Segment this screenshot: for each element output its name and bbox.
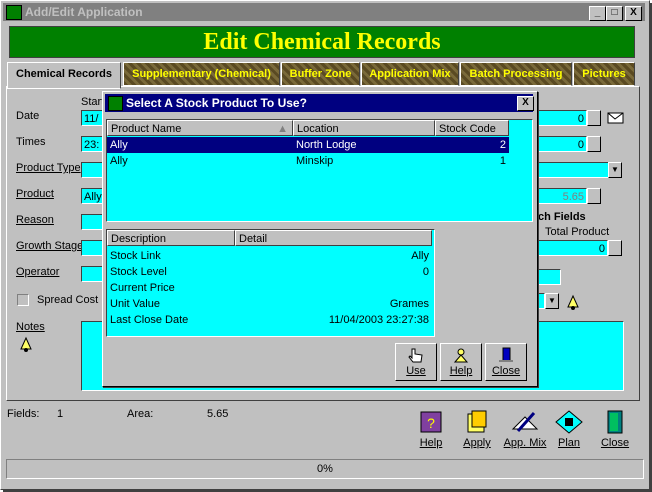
fields-value: 1 bbox=[57, 408, 64, 420]
list-item: Stock Link Ally bbox=[110, 250, 429, 262]
tab-pictures[interactable]: Pictures bbox=[573, 62, 635, 86]
progress-bar: 0% bbox=[6, 459, 644, 479]
right-field-1-button[interactable] bbox=[587, 110, 601, 126]
col-stock-code[interactable]: Stock Code bbox=[435, 120, 509, 136]
plan-button-label: Plan bbox=[557, 437, 581, 449]
dialog-close-x-button[interactable]: X bbox=[517, 96, 534, 111]
table-row[interactable]: Ally Minskip 1 bbox=[107, 153, 509, 169]
start-label: Start bbox=[81, 96, 105, 108]
tab-batch-processing[interactable]: Batch Processing bbox=[460, 62, 572, 86]
row-location: North Lodge bbox=[296, 139, 357, 151]
right-combo-2-dropdown[interactable]: ▼ bbox=[545, 293, 559, 309]
area-value: 5.65 bbox=[207, 408, 229, 420]
batch-fields-label: ch Fields bbox=[538, 211, 586, 223]
dialog-help-button-label: Help bbox=[449, 365, 473, 377]
table-row[interactable]: Ally North Lodge 2 bbox=[107, 137, 509, 153]
page-title: Edit Chemical Records bbox=[9, 26, 635, 58]
minimize-button[interactable]: _ bbox=[589, 6, 606, 21]
plan-button[interactable]: Plan bbox=[547, 409, 591, 453]
close-button-label: Close bbox=[600, 437, 630, 449]
total-product-button[interactable] bbox=[608, 240, 622, 256]
apply-button-label: Apply bbox=[463, 437, 491, 449]
area-label: Area: bbox=[127, 408, 154, 420]
product-label[interactable]: Product bbox=[16, 188, 54, 200]
apply-icon bbox=[467, 410, 487, 433]
right-field-2[interactable]: 0 bbox=[531, 136, 587, 152]
dialog-close-button-label: Close bbox=[491, 365, 521, 377]
door-icon bbox=[607, 410, 623, 434]
growth-stage-label[interactable]: Growth Stage bbox=[16, 240, 83, 252]
col-product-name[interactable]: Product Name ▲ bbox=[107, 120, 293, 136]
spread-cost-checkbox[interactable] bbox=[17, 294, 29, 306]
spread-cost-label: Spread Cost bbox=[37, 294, 99, 306]
exit-door-icon bbox=[499, 347, 513, 362]
use-button-label: Use bbox=[406, 365, 426, 377]
reason-label[interactable]: Reason bbox=[16, 214, 54, 226]
tab-chemical-records[interactable]: Chemical Records bbox=[7, 62, 121, 89]
list-item: Last Close Date 11/04/2003 23:27:38 bbox=[110, 314, 429, 326]
total-product-label: Total Product bbox=[545, 226, 610, 238]
app-mix-button[interactable]: App. Mix bbox=[501, 409, 549, 453]
right-field-2-button[interactable] bbox=[587, 136, 601, 152]
app-mix-icon bbox=[511, 412, 539, 432]
right-field-1[interactable]: 0 bbox=[531, 110, 587, 126]
dialog-app-icon bbox=[108, 96, 123, 111]
app-mix-button-label: App. Mix bbox=[503, 437, 547, 449]
total-product-field[interactable]: 0 bbox=[531, 240, 608, 256]
notes-label[interactable]: Notes bbox=[16, 321, 45, 333]
dialog-title: Select A Stock Product To Use? bbox=[126, 96, 307, 110]
times-label: Times bbox=[16, 136, 46, 148]
pointer-hand-icon bbox=[408, 348, 423, 363]
notes-bell-icon[interactable] bbox=[17, 335, 35, 353]
dialog-help-button[interactable]: Help bbox=[440, 343, 482, 381]
plan-icon bbox=[555, 410, 583, 434]
fields-label: Fields: bbox=[7, 408, 40, 420]
svg-text:?: ? bbox=[427, 415, 435, 431]
close-window-button[interactable]: X bbox=[625, 6, 642, 21]
tab-buffer-zone[interactable]: Buffer Zone bbox=[281, 62, 360, 86]
date-label: Date bbox=[16, 110, 40, 122]
row-product: Ally bbox=[110, 155, 128, 167]
envelope-icon[interactable] bbox=[607, 111, 625, 125]
row-code: 1 bbox=[499, 155, 506, 167]
list-item: Current Price bbox=[110, 282, 175, 294]
select-stock-dialog: Select A Stock Product To Use? X Product… bbox=[102, 91, 538, 387]
stock-detail-grid: Description Detail Stock Link Ally Stock… bbox=[106, 229, 435, 337]
stock-product-grid[interactable]: Product Name ▲ Location Stock Code Ally N… bbox=[106, 119, 533, 222]
right-field-3[interactable]: 5.65 bbox=[531, 188, 587, 204]
product-type-label[interactable]: Product Type bbox=[16, 162, 81, 174]
list-item: Unit Value Grames bbox=[110, 298, 429, 310]
col-detail: Detail bbox=[235, 230, 432, 246]
list-item: Stock Level 0 bbox=[110, 266, 429, 278]
dialog-close-button[interactable]: Close bbox=[485, 343, 527, 381]
row-location: Minskip bbox=[296, 155, 334, 167]
help-button[interactable]: ? Help bbox=[409, 409, 453, 453]
maximize-button[interactable]: □ bbox=[606, 6, 623, 21]
right-combo[interactable] bbox=[531, 162, 609, 178]
bell-icon[interactable] bbox=[564, 294, 582, 310]
dialog-titlebar: Select A Stock Product To Use? X bbox=[105, 94, 534, 112]
apply-button[interactable]: Apply bbox=[455, 409, 499, 453]
help-person-icon bbox=[453, 348, 469, 363]
row-code: 2 bbox=[499, 139, 506, 151]
tab-supplementary[interactable]: Supplementary (Chemical) bbox=[123, 62, 280, 86]
right-field-3-button[interactable] bbox=[587, 188, 601, 204]
use-button[interactable]: Use bbox=[395, 343, 437, 381]
help-button-label: Help bbox=[419, 437, 443, 449]
help-book-icon: ? bbox=[420, 411, 442, 433]
operator-label[interactable]: Operator bbox=[16, 266, 59, 278]
app-icon bbox=[6, 5, 22, 20]
tab-application-mix[interactable]: Application Mix bbox=[361, 62, 459, 86]
window-titlebar: Add/Edit Application _ □ X bbox=[3, 3, 645, 21]
row-product: Ally bbox=[110, 139, 128, 151]
sort-arrow-icon: ▲ bbox=[277, 123, 288, 135]
right-combo-dropdown[interactable]: ▼ bbox=[608, 162, 622, 178]
col-description: Description bbox=[107, 230, 235, 246]
window-title: Add/Edit Application bbox=[25, 5, 143, 19]
close-button[interactable]: Close bbox=[593, 409, 637, 453]
col-location[interactable]: Location bbox=[293, 120, 435, 136]
